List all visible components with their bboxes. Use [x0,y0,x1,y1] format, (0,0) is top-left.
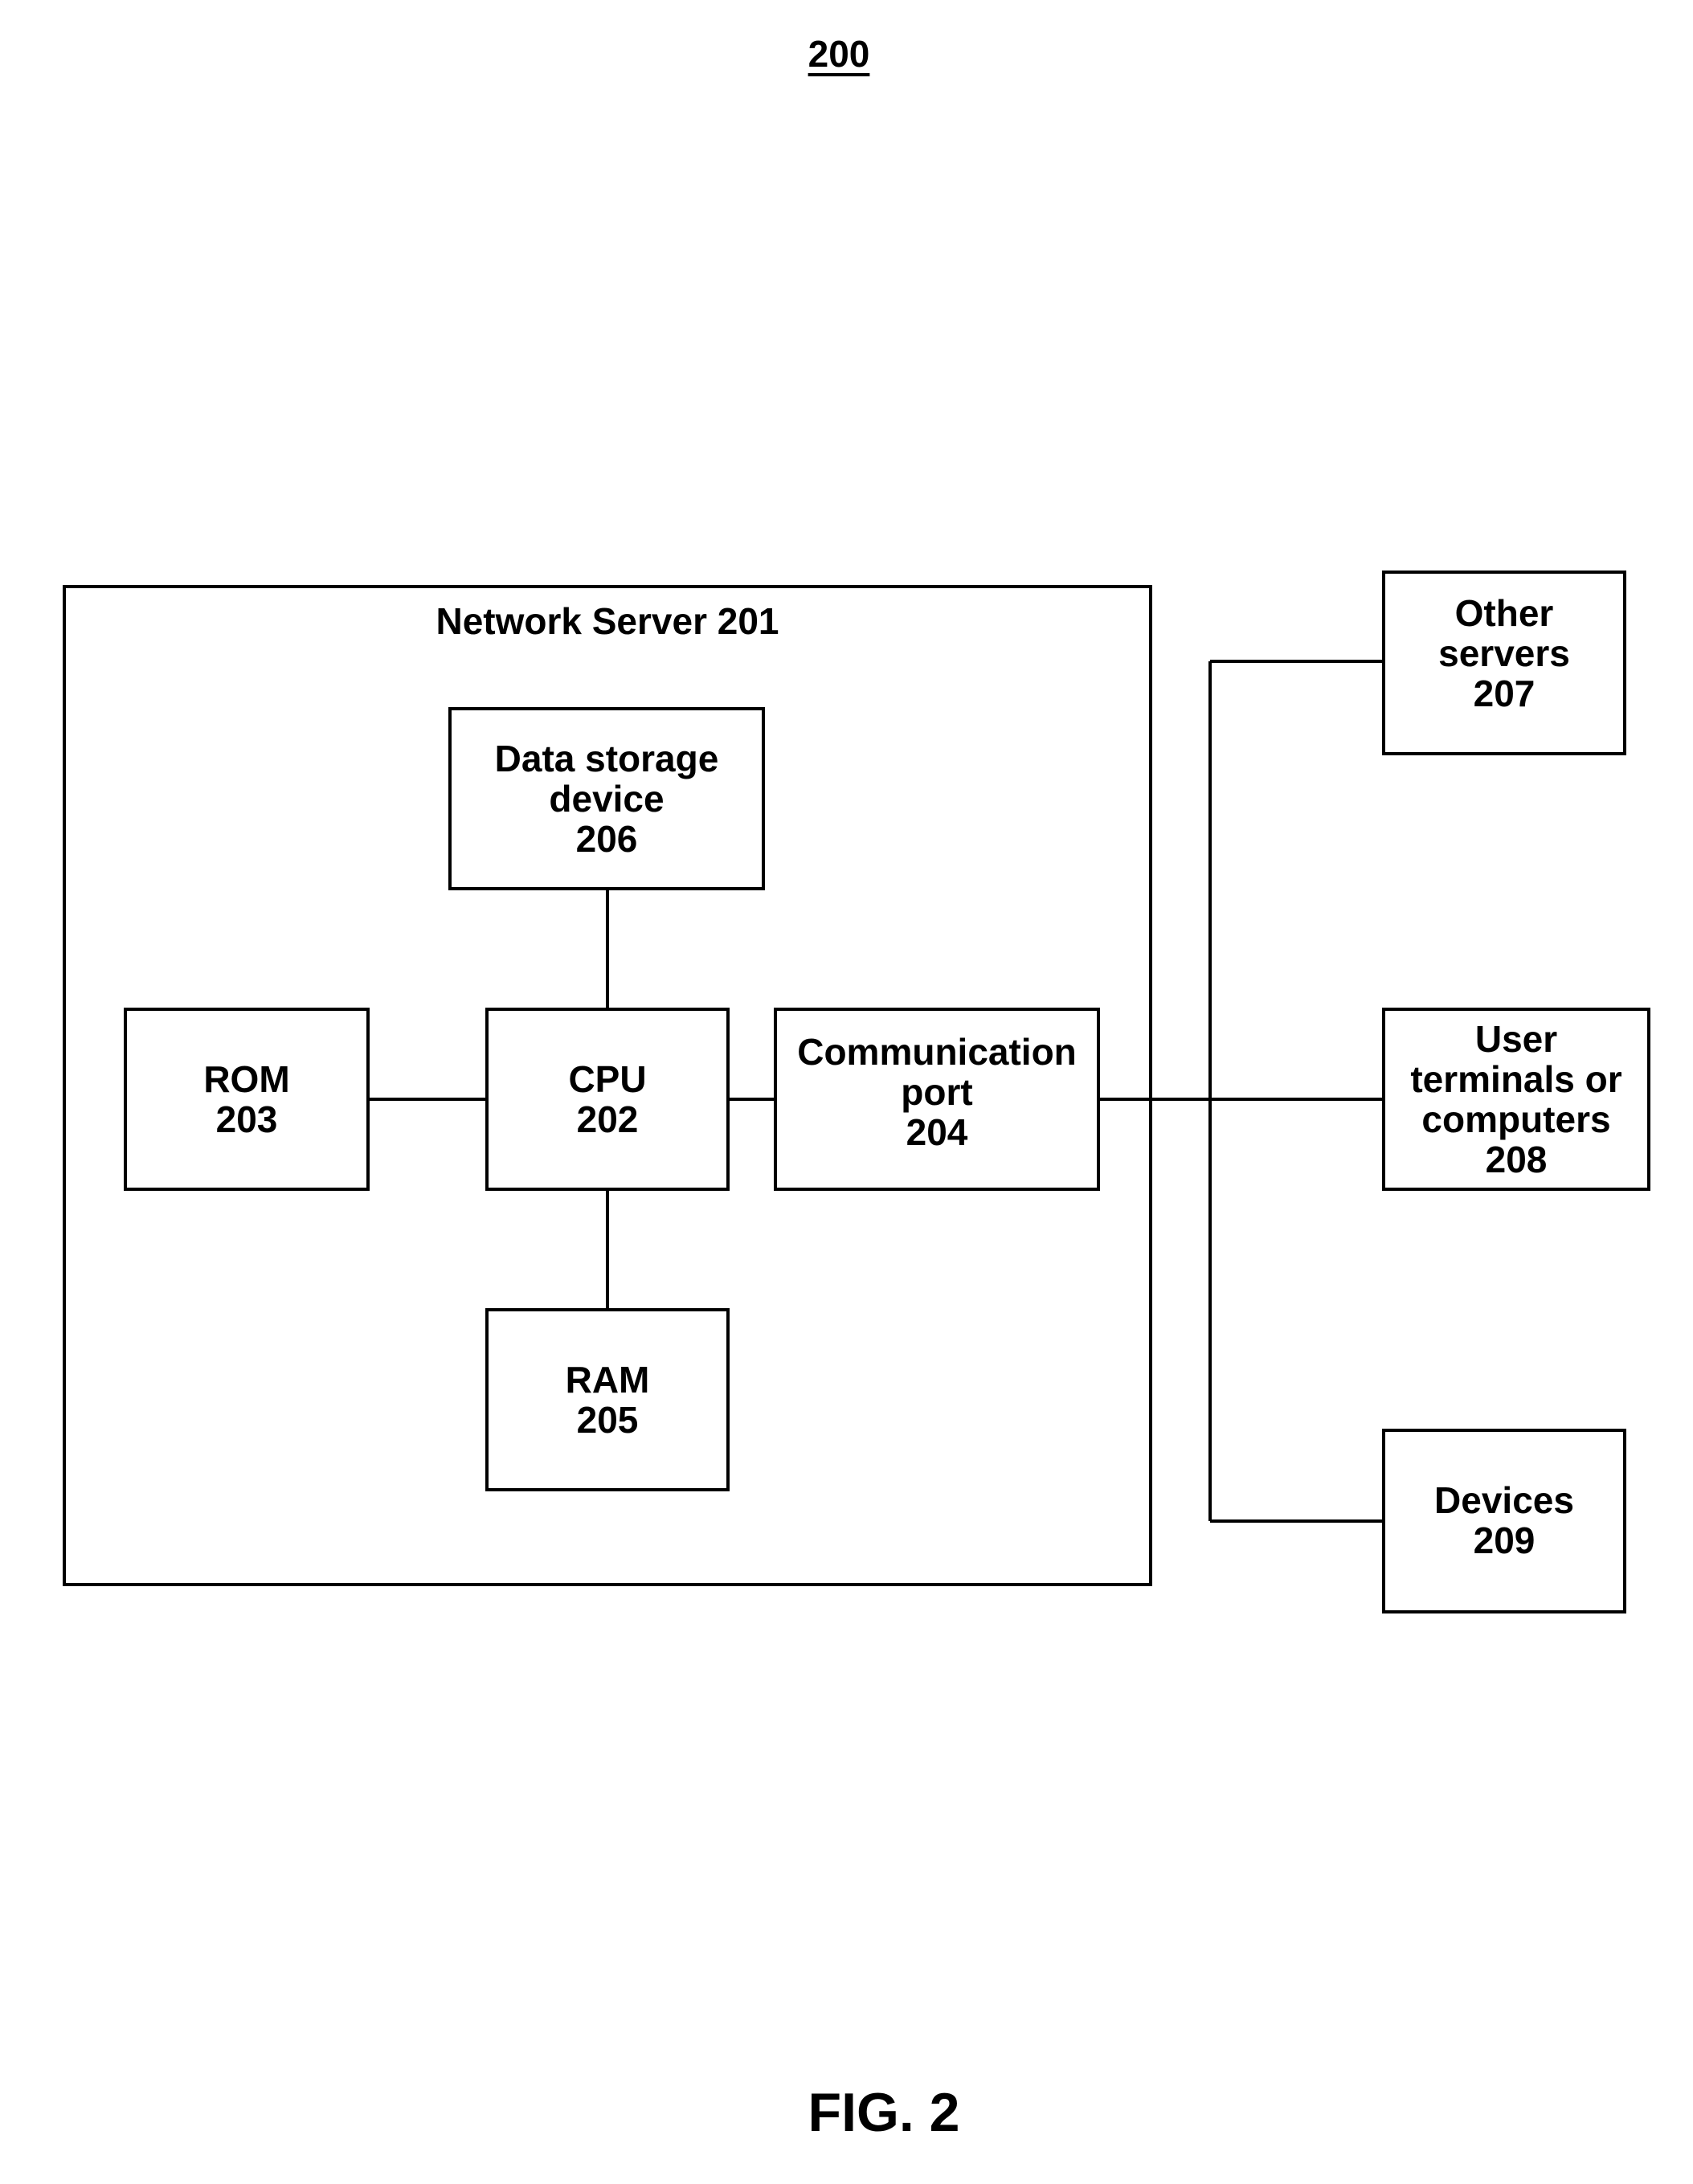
box-label-line: Other [1454,592,1554,634]
user-terminals-box: User terminals or computers 208 [1382,1008,1650,1191]
box-label-line: Communication [797,1031,1077,1073]
devices-box: Devices 209 [1382,1429,1626,1613]
box-label-line: terminals or [1410,1058,1622,1100]
box-label-line: ROM [203,1058,290,1100]
cpu-box: CPU 202 [485,1008,730,1191]
box-label-line: Data storage [494,738,719,779]
box-label-line: device [549,778,665,820]
figure-reference-numeral: 200 [808,33,870,75]
box-label-line: 203 [215,1098,278,1140]
ram-box: RAM 205 [485,1308,730,1491]
box-label-line: Devices [1434,1479,1574,1521]
box-label-line: 207 [1473,673,1536,714]
box-label-line: 208 [1485,1139,1548,1180]
figure-caption: FIG. 2 [808,2082,960,2143]
box-label-line: servers [1438,632,1570,674]
box-label-line: port [901,1071,973,1113]
box-label-line: 205 [576,1399,639,1441]
box-label-line: 204 [906,1111,968,1153]
box-label-line: CPU [568,1058,647,1100]
network-server-title: Network Server 201 [436,600,779,642]
box-label-line: RAM [565,1359,650,1401]
rom-box: ROM 203 [124,1008,370,1191]
other-servers-box: Other servers 207 [1382,571,1626,755]
box-label-line: 202 [576,1098,639,1140]
box-label-line: User [1474,1018,1558,1060]
box-label-line: computers [1421,1098,1611,1140]
data-storage-device-box: Data storage device 206 [448,707,765,890]
box-label-line: 209 [1473,1519,1536,1561]
box-label-line: 206 [575,818,638,860]
communication-port-box: Communication port 204 [774,1008,1100,1191]
